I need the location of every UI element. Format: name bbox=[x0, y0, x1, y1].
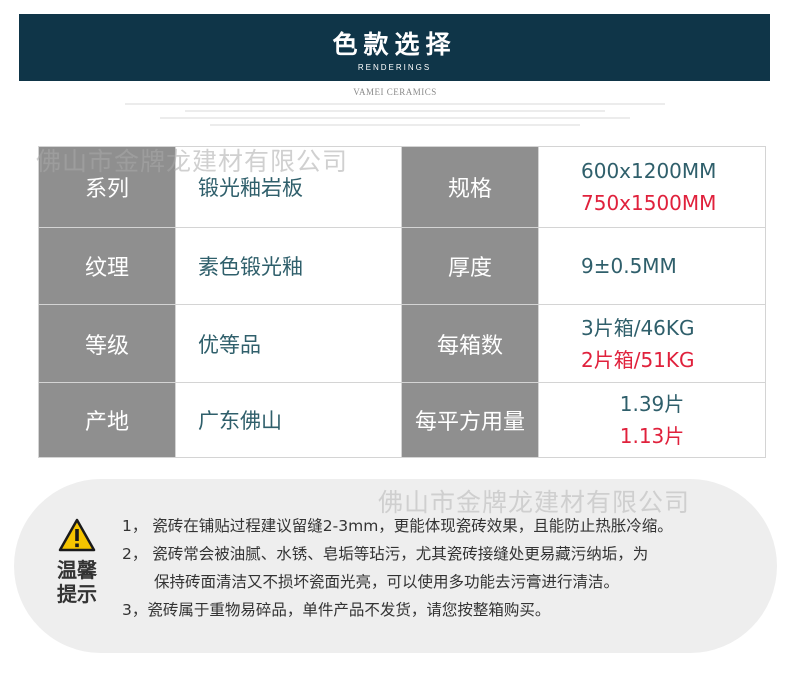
spec-table: 系列 锻光釉岩板 规格 600x1200MM 750x1500MM 纹理 素色锻… bbox=[38, 146, 766, 458]
spec-row: 等级 优等品 每箱数 3片箱/46KG 2片箱/51KG bbox=[38, 304, 766, 383]
label-size: 规格 bbox=[401, 146, 539, 228]
notice-title-line1: 温馨 bbox=[57, 558, 97, 582]
label-texture: 纹理 bbox=[38, 227, 176, 305]
brand-name: VAMEI CERAMICS bbox=[353, 87, 437, 97]
usage-option-2: 1.13片 bbox=[619, 424, 685, 448]
label-origin: 产地 bbox=[38, 382, 176, 458]
note-item: 3，瓷砖属于重物易碎品，单件产品不发货，请您按整箱购买。 bbox=[122, 601, 551, 619]
label-usage-per-sqm: 每平方用量 bbox=[401, 382, 539, 458]
per-box-option-2: 2片箱/51KG bbox=[581, 347, 695, 372]
usage-option-1: 1.39片 bbox=[619, 392, 685, 416]
value-texture: 素色锻光釉 bbox=[175, 227, 402, 305]
notice-title-line2: 提示 bbox=[57, 582, 97, 606]
value-thickness: 9±0.5MM bbox=[538, 227, 766, 305]
spec-row: 纹理 素色锻光釉 厚度 9±0.5MM bbox=[38, 227, 766, 305]
label-series: 系列 bbox=[38, 146, 176, 228]
label-per-box: 每箱数 bbox=[401, 304, 539, 383]
note-item: 1， 瓷砖在铺贴过程建议留缝2-3mm，更能体现瓷砖效果，且能防止热胀冷缩。 bbox=[122, 517, 673, 535]
warning-icon bbox=[58, 518, 96, 552]
banner-title: 色款选择 bbox=[332, 30, 457, 59]
per-box-option-1: 3片箱/46KG bbox=[581, 315, 695, 340]
notice-title: 温馨 提示 bbox=[50, 558, 104, 606]
label-grade: 等级 bbox=[38, 304, 176, 383]
value-per-box: 3片箱/46KG 2片箱/51KG bbox=[538, 304, 766, 383]
label-thickness: 厚度 bbox=[401, 227, 539, 305]
value-usage-per-sqm: 1.39片 1.13片 bbox=[538, 382, 766, 458]
decorative-lines bbox=[110, 103, 680, 131]
size-option-2: 750x1500MM bbox=[581, 191, 717, 215]
thickness-value: 9±0.5MM bbox=[581, 254, 677, 278]
notice-notes: 1， 瓷砖在铺贴过程建议留缝2-3mm，更能体现瓷砖效果，且能防止热胀冷缩。 2… bbox=[122, 512, 772, 624]
note-item: 2， 瓷砖常会被油腻、水锈、皂垢等玷污，尤其瓷砖接缝处更易藏污纳垢，为 bbox=[122, 545, 649, 563]
note-item: 保持砖面清洁又不损坏瓷面光亮，可以使用多功能去污膏进行清洁。 bbox=[154, 573, 620, 591]
header-banner: 色款选择 RENDERINGS bbox=[19, 14, 770, 81]
value-origin: 广东佛山 bbox=[175, 382, 402, 458]
banner-subtitle: RENDERINGS bbox=[357, 63, 432, 72]
value-series: 锻光釉岩板 bbox=[175, 146, 402, 228]
spec-row: 系列 锻光釉岩板 规格 600x1200MM 750x1500MM bbox=[38, 146, 766, 228]
value-size: 600x1200MM 750x1500MM bbox=[538, 146, 766, 228]
size-option-1: 600x1200MM bbox=[581, 159, 717, 183]
value-grade: 优等品 bbox=[175, 304, 402, 383]
spec-row: 产地 广东佛山 每平方用量 1.39片 1.13片 bbox=[38, 382, 766, 458]
